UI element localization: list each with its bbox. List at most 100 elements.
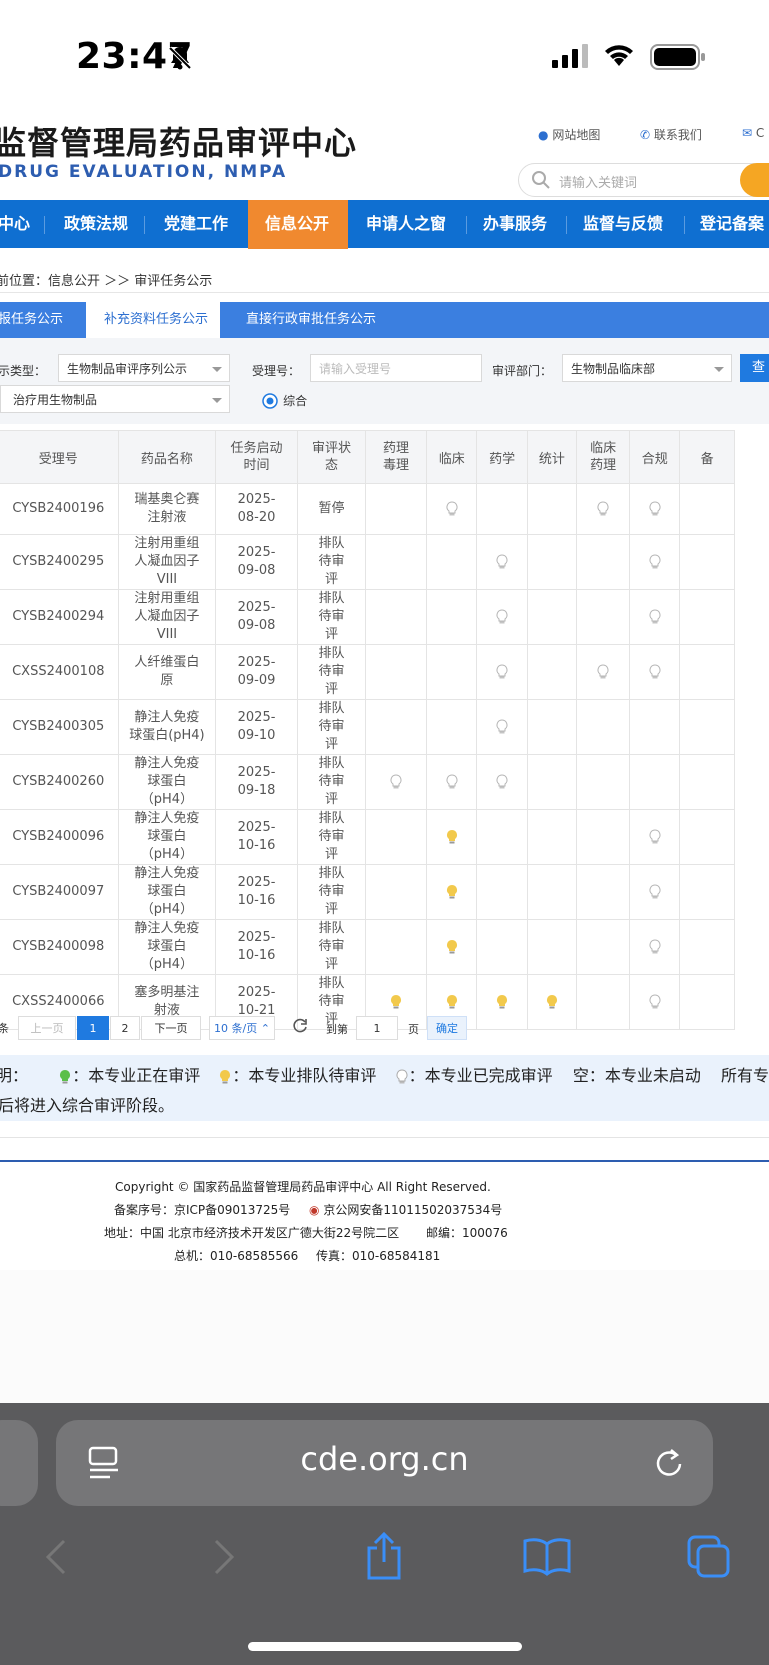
grey-bulb-icon: [395, 1068, 409, 1085]
confirm-button[interactable]: 确定: [427, 1016, 467, 1040]
tab-supplement-tasks[interactable]: 补充资料任务公示: [104, 302, 208, 338]
specialty-status-cell: [629, 483, 681, 535]
specialty-status-cell: [576, 534, 631, 590]
start-date-cell: 2025-08-20: [214, 483, 299, 535]
drug-name-cell: 人纤维蛋白原: [118, 644, 216, 700]
grey-bulb-icon: [445, 773, 459, 790]
nav-item-feedback[interactable]: 监督与反馈: [583, 200, 663, 248]
col-header: 合规: [629, 430, 681, 484]
dept-select[interactable]: 生物制品临床部: [562, 354, 732, 382]
bookmarks-icon[interactable]: [522, 1536, 572, 1580]
review-status-cell: 排队待审评: [297, 589, 366, 645]
yellow-bulb-icon: [495, 994, 509, 1010]
accept-number-cell: CYSB2400096: [0, 809, 120, 865]
page-2-button[interactable]: 2: [110, 1016, 140, 1040]
specialty-status-cell: [526, 919, 578, 975]
refresh-icon[interactable]: [291, 1017, 309, 1039]
search-input[interactable]: 请输入关键词: [518, 163, 769, 197]
query-button[interactable]: 查: [740, 354, 769, 382]
next-page-button[interactable]: 下一页: [141, 1016, 201, 1040]
nav-item-party[interactable]: 党建工作: [164, 200, 228, 248]
reload-icon[interactable]: [654, 1446, 686, 1484]
footer-police[interactable]: ◉ 京公网安备11011502037534号: [309, 1201, 502, 1218]
back-arrow-icon[interactable]: [44, 1537, 70, 1581]
page-label: 页: [408, 1023, 419, 1036]
footer-icp[interactable]: 备案序号：京ICP备09013725号: [114, 1201, 290, 1218]
drug-name-cell: 注射用重组人凝血因子VIII: [118, 589, 216, 645]
grey-bulb-icon: [596, 500, 610, 517]
tab-report-tasks[interactable]: 报任务公示: [0, 302, 63, 338]
nav-item-services[interactable]: 办事服务: [483, 200, 547, 248]
nav-item-center[interactable]: 中心: [0, 200, 30, 248]
drug-name-cell: 静注人免疫球蛋白（pH4）: [118, 919, 216, 975]
wifi-icon: [602, 42, 636, 72]
specialty-status-cell: [476, 974, 528, 1030]
previous-tab-preview[interactable]: [0, 1420, 38, 1506]
start-date-cell: 2025-09-09: [214, 644, 299, 700]
specialty-status-cell: [526, 534, 578, 590]
grey-bulb-icon: [648, 828, 662, 845]
forward-arrow-icon[interactable]: [210, 1537, 236, 1581]
radio-comprehensive[interactable]: 综合: [262, 390, 307, 409]
tabs-icon[interactable]: [686, 1534, 732, 1582]
grey-bulb-icon: [495, 663, 509, 680]
specialty-status-cell: [576, 699, 631, 755]
start-date-cell: 2025-10-16: [214, 809, 299, 865]
specialty-status-cell: [426, 754, 478, 810]
specialty-status-cell: [576, 644, 631, 700]
accept-number-input[interactable]: 请输入受理号: [310, 354, 482, 382]
table-row: CYSB2400196 瑞基奥仑赛注射液 2025-08-20 暂停: [0, 483, 735, 535]
grey-bulb-icon: [648, 883, 662, 900]
nav-item-info[interactable]: 信息公开: [265, 200, 329, 248]
table-row: CYSB2400295 注射用重组人凝血因子VIII 2025-09-08 排队待审评: [0, 534, 735, 590]
specialty-status-cell: [576, 754, 631, 810]
breadcrumb: 前位置：信息公开 ＞＞ 审评任务公示: [0, 274, 213, 289]
share-icon[interactable]: [364, 1531, 404, 1584]
grey-bulb-icon: [648, 993, 662, 1010]
nav-item-policy[interactable]: 政策法规: [64, 200, 128, 248]
col-header: 药品名称: [118, 430, 216, 484]
accept-number-cell: CYSB2400196: [0, 483, 120, 535]
legend-line-2: 后将进入综合审评阶段。: [0, 1096, 175, 1115]
specialty-status-cell: [526, 974, 578, 1030]
category-select[interactable]: 治疗用生物制品: [0, 385, 230, 413]
site-title: 监督管理局药品审评中心: [0, 124, 358, 162]
specialty-status-cell: [426, 699, 478, 755]
accept-number-cell: CYSB2400295: [0, 534, 120, 590]
review-status-cell: 暂停: [297, 483, 366, 535]
accept-number-cell: CXSS2400108: [0, 644, 120, 700]
specialty-status-cell: [526, 699, 578, 755]
accept-number-cell: CYSB2400294: [0, 589, 120, 645]
review-status-cell: 排队待审评: [297, 864, 366, 920]
specialty-status-cell: [476, 699, 528, 755]
specialty-status-cell: [364, 589, 428, 645]
battery-icon: [650, 43, 706, 75]
remarks-cell: [679, 919, 735, 975]
cellular-signal-icon: [552, 44, 590, 72]
search-button[interactable]: [740, 163, 769, 197]
per-page-select[interactable]: 10 条/页 ⌃: [209, 1016, 275, 1040]
col-header: 统计: [526, 430, 578, 484]
green-bulb-icon: [58, 1069, 72, 1085]
goto-page-input[interactable]: 1: [356, 1016, 398, 1040]
type-select[interactable]: 生物制品审评序列公示: [58, 354, 230, 382]
prev-page-button[interactable]: 上一页: [18, 1016, 76, 1040]
grey-bulb-icon: [648, 608, 662, 625]
footer-phone: 总机：010-68585566: [174, 1249, 299, 1263]
sitemap-link[interactable]: ● 网站地图: [538, 126, 600, 143]
col-header: 备: [679, 430, 735, 484]
site-subtitle: DRUG EVALUATION, NMPA: [0, 162, 288, 182]
specialty-status-cell: [526, 483, 578, 535]
nav-item-applicant[interactable]: 申请人之窗: [366, 200, 446, 248]
url-text[interactable]: cde.org.cn: [56, 1440, 713, 1478]
specialty-status-cell: [364, 644, 428, 700]
accept-number-cell: CYSB2400260: [0, 754, 120, 810]
nav-item-registration[interactable]: 登记备案: [700, 200, 764, 248]
page-1-button[interactable]: 1: [77, 1016, 109, 1040]
contact-link[interactable]: ✆ 联系我们: [640, 126, 702, 143]
tab-direct-approval[interactable]: 直接行政审批任务公示: [246, 302, 376, 338]
phone-icon: ✆: [640, 128, 651, 142]
mail-link[interactable]: ✉ C: [742, 126, 764, 140]
search-placeholder: 请输入关键词: [559, 176, 638, 191]
grey-bulb-icon: [389, 773, 403, 790]
